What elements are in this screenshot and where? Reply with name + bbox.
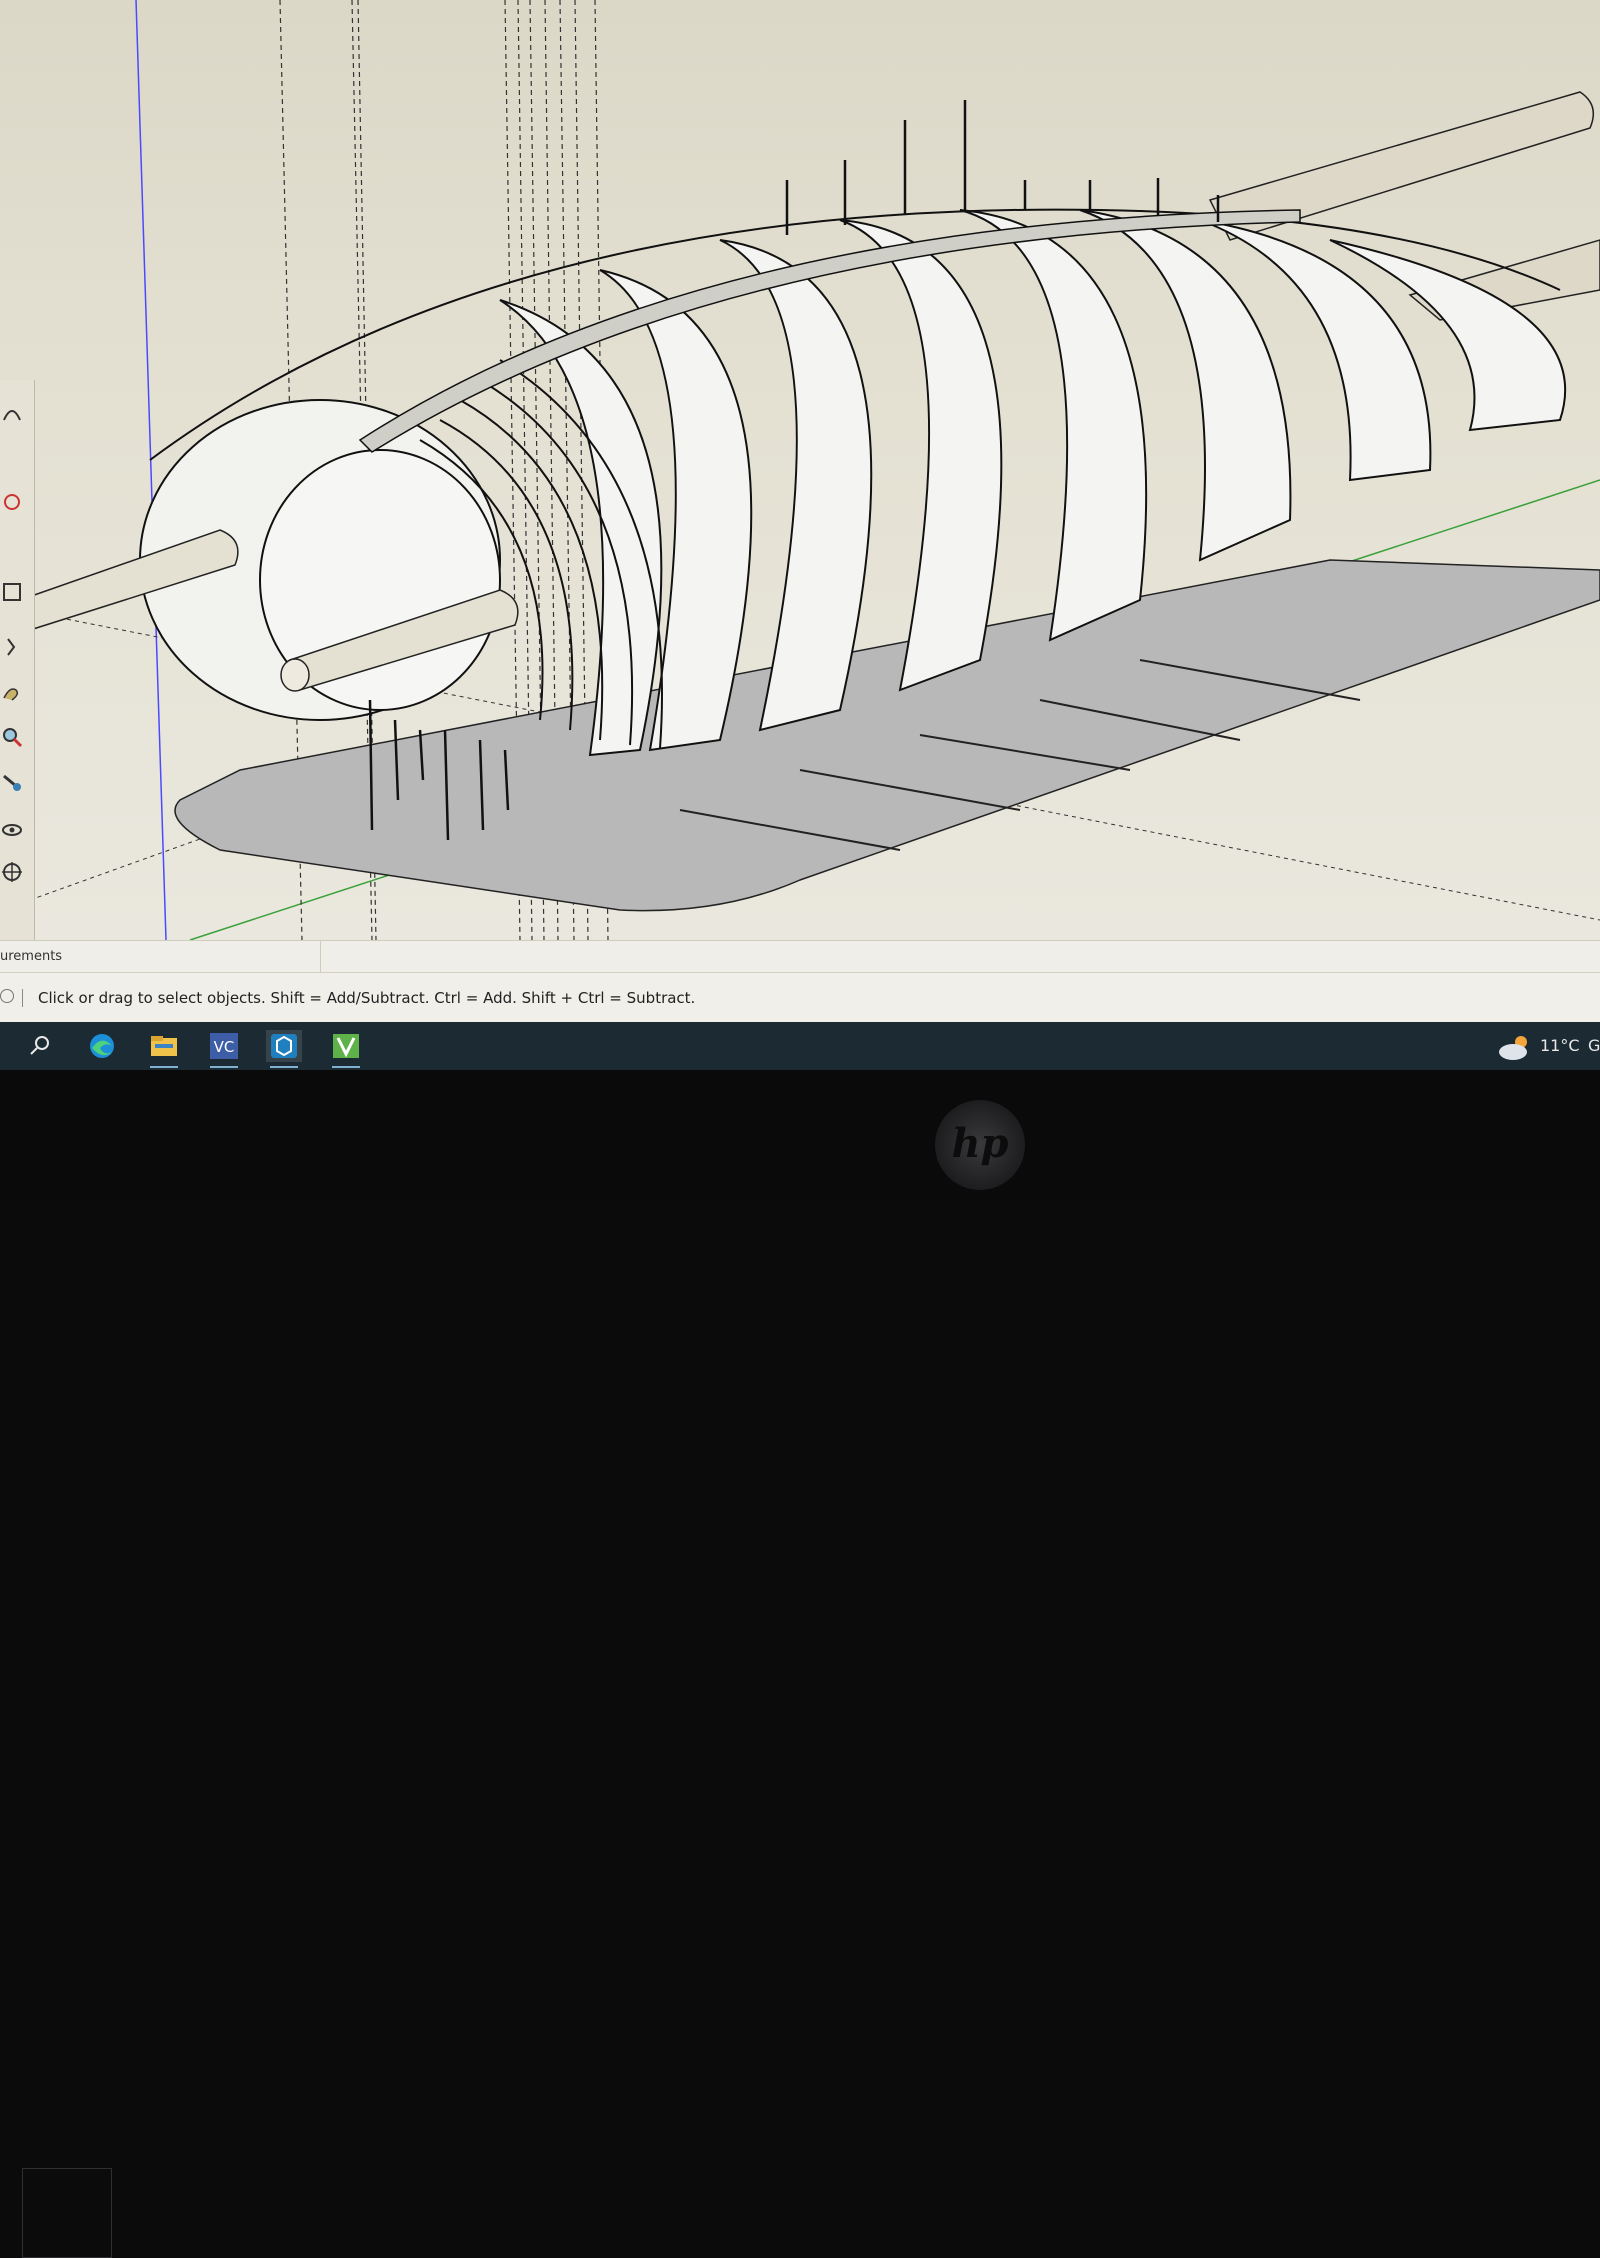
- svg-text:VC: VC: [214, 1038, 235, 1056]
- vc-app-icon[interactable]: VC: [206, 1030, 242, 1068]
- status-bar: Click or drag to select objects. Shift =…: [0, 972, 1600, 1023]
- hp-logo-text: hp: [951, 1120, 1009, 1167]
- status-divider: [22, 989, 23, 1007]
- measurements-bar: urements: [0, 940, 1600, 973]
- arc-icon[interactable]: [0, 400, 24, 424]
- search-icon[interactable]: [22, 1030, 58, 1062]
- modeling-viewport[interactable]: [0, 0, 1600, 940]
- left-tool-palette: [0, 380, 35, 940]
- edge-browser-icon[interactable]: [84, 1030, 120, 1062]
- section-icon[interactable]: [0, 725, 24, 749]
- look-around-icon[interactable]: [0, 770, 24, 794]
- cloud-sun-icon[interactable]: [1495, 1032, 1535, 1062]
- 3d-model-canvas[interactable]: [0, 0, 1600, 940]
- tape-icon[interactable]: [0, 580, 24, 604]
- info-icon[interactable]: [0, 989, 14, 1003]
- temperature-label[interactable]: 11°C: [1540, 1036, 1580, 1055]
- zoom-icon[interactable]: [0, 680, 24, 704]
- app-icon[interactable]: [328, 1030, 364, 1068]
- crosshair-icon[interactable]: [0, 860, 24, 884]
- walk-icon[interactable]: [0, 635, 24, 659]
- energy-star-sticker: [22, 2168, 112, 2258]
- position-camera-icon[interactable]: [0, 818, 24, 842]
- sketchup-icon[interactable]: [266, 1030, 302, 1068]
- monitor-bezel: [0, 1070, 1600, 2258]
- status-hint: Click or drag to select objects. Shift =…: [38, 989, 696, 1007]
- pencil-icon[interactable]: [0, 490, 24, 514]
- measurements-label: urements: [0, 949, 63, 964]
- file-explorer-icon[interactable]: [146, 1030, 182, 1068]
- hp-logo: hp: [935, 1100, 1025, 1190]
- taskbar-overflow-text: G: [1588, 1036, 1600, 1055]
- windows-taskbar: VC 11°C G: [0, 1022, 1600, 1070]
